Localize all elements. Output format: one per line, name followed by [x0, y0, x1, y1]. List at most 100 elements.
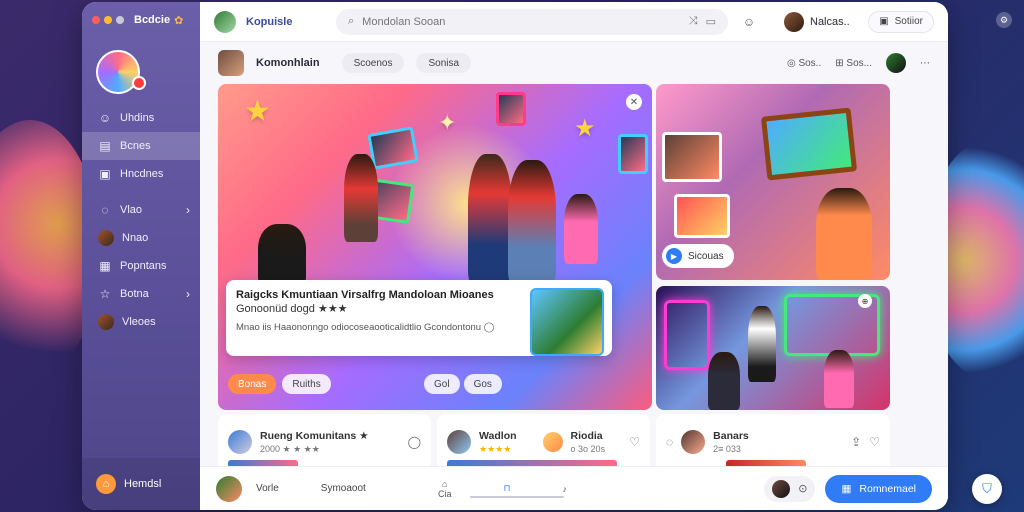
card-rating: ★★★★: [479, 443, 512, 454]
sidebar-footer-label: Hemdsl: [124, 478, 162, 490]
share-icon[interactable]: ⇪: [851, 435, 861, 449]
group-icon: ▦: [99, 259, 111, 273]
person-figure: [468, 154, 512, 284]
media-icon[interactable]: ▭: [706, 15, 716, 28]
brand-name[interactable]: Kopuisle: [246, 16, 326, 28]
close-icon[interactable]: ✕: [626, 94, 642, 110]
shuffle-icon[interactable]: ⤨: [689, 15, 698, 28]
community-avatar[interactable]: [218, 50, 244, 76]
avatar: [98, 314, 114, 330]
book-icon: ▤: [99, 139, 111, 153]
bottom-left-label[interactable]: Vorle: [256, 483, 279, 494]
sidebar-item-uhdins[interactable]: ☺ Uhdins: [82, 104, 200, 132]
sidebar-item-label: Vleoes: [122, 316, 156, 328]
app-name: Bcdcie: [134, 14, 171, 26]
topbar: Kopuisle ⌕ ⤨ ▭ ☺ Nalcas.. ▣ Sotiior: [200, 2, 948, 42]
neon-frame: [664, 300, 710, 370]
sidebar-item-label: Vlao: [120, 204, 143, 216]
more-icon[interactable]: ⋯: [920, 58, 930, 69]
user-chip[interactable]: Nalcas..: [784, 11, 850, 32]
avatar: [681, 430, 706, 454]
card-title: Wadlon: [479, 429, 517, 442]
sparkle-icon: ✦: [438, 110, 457, 135]
primary-action-button[interactable]: ▦ Romnemael: [825, 474, 932, 503]
close-window-button[interactable]: [92, 16, 100, 24]
expand-icon[interactable]: ⊕: [858, 294, 872, 308]
star-icon: ★: [574, 115, 596, 142]
bookmark-icon[interactable]: ⊓: [504, 483, 511, 494]
heart-icon[interactable]: ♡: [629, 435, 640, 449]
community-card[interactable]: Wadlon ★★★★ Riodia o 3o 20s ♡: [437, 414, 650, 470]
settings-icon[interactable]: ⚙: [996, 12, 1012, 28]
community-title: Komonhlain: [256, 57, 320, 69]
search-bar: ⌕ ⤨ ▭: [336, 8, 728, 35]
person-figure: [508, 160, 556, 284]
subbar-action[interactable]: ◎ Sos..: [787, 58, 821, 69]
featured-hero-card[interactable]: ★ ★ ✦ ✕ Raigcks Kmuntiaan Virsalfrg Mand…: [218, 84, 652, 410]
sidebar-item-popntans[interactable]: ▦ Popntans: [82, 252, 200, 280]
card-title: Riodia: [570, 430, 603, 442]
app-window: Bcdcie ✿ ☺ Uhdins ▤ Bcnes ▣ Hncdnes ◌ Vl…: [82, 2, 948, 510]
main-area: Kopuisle ⌕ ⤨ ▭ ☺ Nalcas.. ▣ Sotiior Komo…: [200, 2, 948, 510]
content-grid: ★ ★ ✦ ✕ Raigcks Kmuntiaan Virsalfrg Mand…: [200, 84, 948, 510]
gift-icon: ▣: [879, 16, 889, 27]
person-figure: [344, 154, 378, 242]
user-pill[interactable]: ⊙: [764, 475, 816, 502]
avatar[interactable]: [886, 53, 906, 73]
home-icon[interactable]: ⌂ Cia: [438, 479, 452, 499]
search-input[interactable]: [362, 15, 681, 28]
avatar: [542, 432, 563, 452]
community-card[interactable]: ◌ Banars 2≡ 033 ⇪ ♡: [656, 414, 890, 470]
chat-icon[interactable]: ◌: [666, 435, 673, 449]
bottom-bar: Vorle Symoaoot ⌂ Cia ⊓ ♪ ⊙ ▦ Romnemael: [200, 466, 948, 510]
app-logo[interactable]: [96, 50, 146, 94]
sidebar-item-hncdnes[interactable]: ▣ Hncdnes: [82, 160, 200, 188]
card-subtitle: o 3o 20s: [570, 444, 606, 454]
sparkle-icon: ✿: [174, 14, 184, 27]
sidebar-item-botna[interactable]: ☆ Botna ›: [82, 280, 200, 308]
person-figure: [816, 188, 872, 280]
avatar: [784, 11, 804, 32]
heart-icon[interactable]: ♡: [869, 435, 880, 449]
home-icon: ⌂: [96, 474, 116, 494]
video-label[interactable]: ▶ Sicouas: [662, 244, 734, 268]
tag-button[interactable]: Bonas: [228, 374, 277, 394]
settings-icon: ⊙: [798, 483, 808, 495]
emoji-icon[interactable]: ☺: [738, 11, 760, 33]
caption-description: Mnao iis Haaononngo odiocoseaooticalidtl…: [236, 322, 495, 333]
sidebar-item-vleoes[interactable]: Vleoes: [82, 308, 200, 336]
person-figure: [748, 306, 776, 382]
avatar[interactable]: [216, 475, 242, 502]
sidebar-item-nnao[interactable]: Nnao: [82, 224, 200, 252]
minimize-window-button[interactable]: [104, 16, 112, 24]
subbar-actions: ◎ Sos.. ⊞ Sos... ⋯: [787, 53, 930, 73]
avatar: [228, 430, 252, 454]
subbar-action[interactable]: ⊞ Sos...: [835, 58, 872, 69]
person-figure: [564, 194, 598, 264]
tag-button[interactable]: Ruiths: [282, 374, 331, 394]
tag-button[interactable]: Gos: [463, 374, 502, 394]
sidebar-footer[interactable]: ⌂ Hemdsl: [82, 458, 200, 510]
toggle-icon[interactable]: ◯: [408, 435, 421, 449]
sidebar-item-label: Popntans: [120, 260, 167, 272]
maximize-window-button[interactable]: [116, 16, 124, 24]
bell-icon[interactable]: ♪: [563, 484, 568, 494]
side-card-bottom[interactable]: ⊕: [656, 286, 890, 410]
community-card[interactable]: Rueng Komunitans ★ 2000 ★ ★ ★★ ◯: [218, 414, 431, 470]
gallery-icon: ▣: [99, 167, 111, 181]
top-action-button[interactable]: ▣ Sotiior: [868, 10, 934, 33]
bottom-mid-label[interactable]: Symoaoot: [321, 483, 366, 494]
hero-caption-card[interactable]: Raigcks Kmuntiaan Virsalfrg Mandoloan Mi…: [226, 280, 612, 356]
caption-thumbnail[interactable]: [530, 288, 604, 356]
sidebar-item-vlao[interactable]: ◌ Vlao ›: [82, 196, 200, 224]
tag-button[interactable]: Gol: [424, 374, 460, 394]
shield-icon[interactable]: ⛉: [972, 474, 1002, 504]
filter-chip[interactable]: Scoenos: [341, 53, 405, 73]
sidebar-item-label: Uhdins: [120, 112, 155, 124]
brand-avatar[interactable]: [214, 10, 236, 33]
sidebar-item-bcnes[interactable]: ▤ Bcnes: [82, 132, 200, 160]
card-subtitle: 2≡ 033: [713, 444, 741, 454]
filter-chip[interactable]: Sonisa: [416, 53, 472, 73]
star-icon: ☆: [99, 287, 111, 301]
side-card-top[interactable]: ▶ Sicouas: [656, 84, 890, 280]
